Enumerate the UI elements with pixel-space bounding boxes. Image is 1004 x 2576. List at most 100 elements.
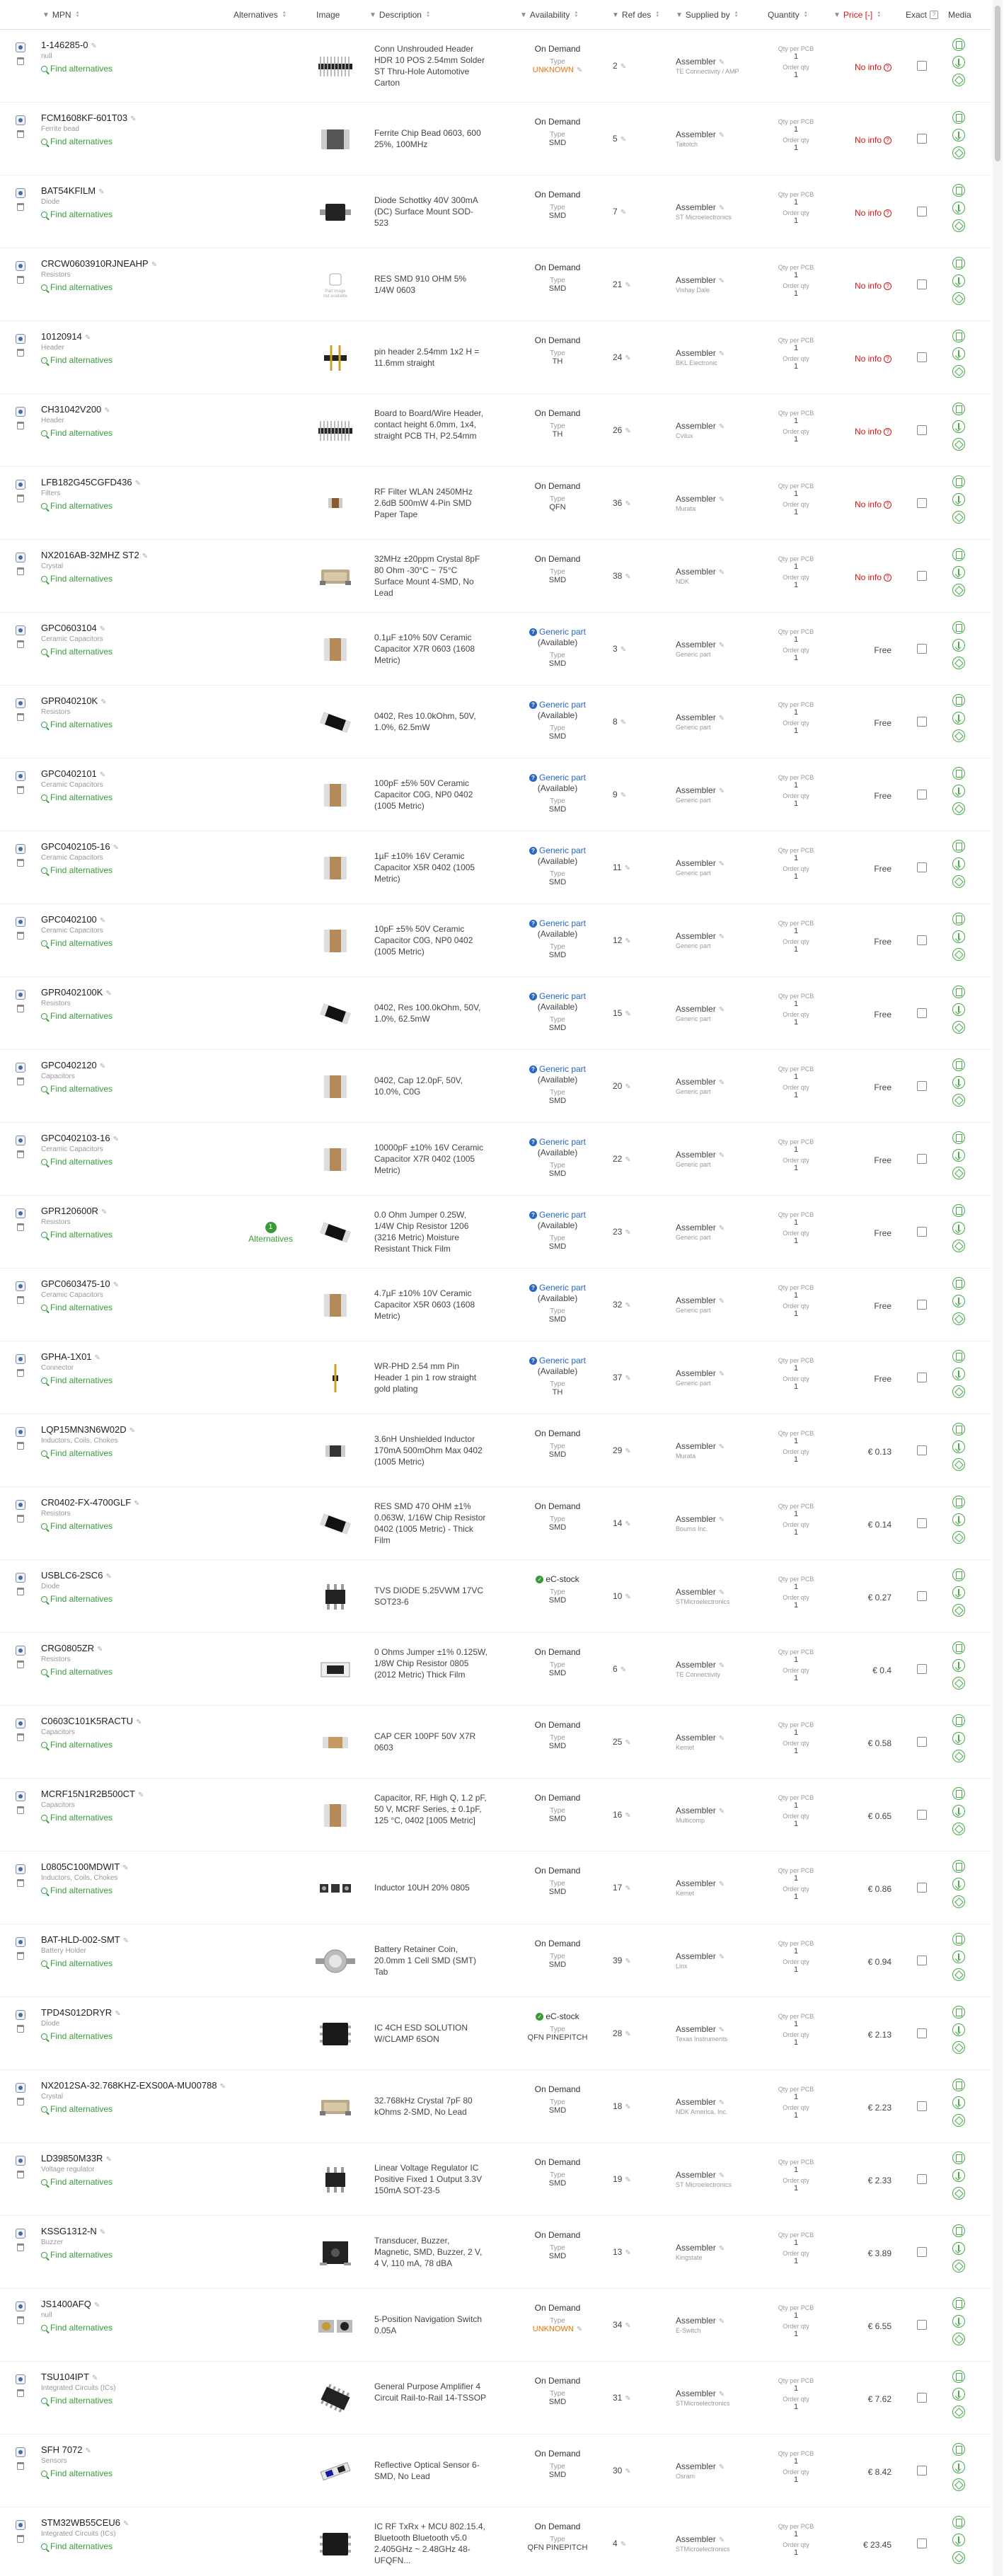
edit-icon[interactable]: ✎ [123, 1937, 129, 1945]
edit-icon[interactable]: ✎ [100, 2229, 105, 2236]
trash-icon[interactable] [17, 567, 24, 575]
edit-icon[interactable]: ✎ [85, 334, 91, 342]
edit-icon[interactable]: ✎ [100, 625, 105, 633]
edit-icon[interactable]: ✎ [95, 1354, 100, 1362]
edit-icon[interactable]: ✎ [101, 1208, 107, 1216]
find-alternatives-link[interactable]: Find alternatives [41, 64, 239, 74]
help-icon[interactable]: ? [884, 354, 892, 363]
find-alternatives-link[interactable]: Find alternatives [41, 2104, 239, 2114]
3d-model-icon[interactable] [952, 2333, 965, 2345]
download-icon[interactable] [952, 129, 965, 141]
edit-icon[interactable]: ✎ [719, 2391, 725, 2398]
sort-icon[interactable]: ▲ ▼ [734, 11, 739, 18]
find-alternatives-link[interactable]: Find alternatives [41, 1521, 239, 1531]
edit-icon[interactable]: ✎ [719, 642, 725, 649]
exact-checkbox[interactable] [917, 352, 927, 362]
edit-icon[interactable]: ✎ [625, 500, 630, 508]
3d-model-icon[interactable] [952, 1531, 965, 1544]
edit-icon[interactable]: ✎ [625, 1010, 630, 1018]
edit-icon[interactable]: ✎ [719, 2245, 725, 2253]
column-header-price[interactable]: ▼ Price [-] ▲ ▼ [833, 0, 881, 30]
datasheet-icon[interactable] [952, 257, 965, 270]
datasheet-icon[interactable] [952, 694, 965, 707]
find-alternatives-link[interactable]: Find alternatives [41, 1958, 239, 1968]
download-icon[interactable] [952, 2023, 965, 2036]
toggle-icon[interactable] [16, 188, 25, 198]
exact-checkbox[interactable] [917, 1518, 927, 1528]
edit-icon[interactable]: ✎ [142, 553, 148, 560]
trash-icon[interactable] [17, 495, 24, 502]
toggle-icon[interactable] [16, 2083, 25, 2093]
datasheet-icon[interactable] [952, 1496, 965, 1508]
help-icon[interactable]: ? [884, 63, 892, 71]
scrollbar-thumb[interactable] [995, 6, 1000, 161]
toggle-icon[interactable] [16, 2301, 25, 2311]
download-icon[interactable] [952, 347, 965, 360]
edit-icon[interactable]: ✎ [719, 423, 725, 431]
toggle-icon[interactable] [16, 625, 25, 635]
find-alternatives-link[interactable]: Find alternatives [41, 2541, 239, 2551]
find-alternatives-link[interactable]: Find alternatives [41, 428, 239, 438]
edit-icon[interactable]: ✎ [719, 2464, 725, 2471]
help-icon[interactable]: ? [884, 500, 892, 509]
edit-icon[interactable]: ✎ [625, 1229, 630, 1237]
find-alternatives-link[interactable]: Find alternatives [41, 2177, 239, 2187]
trash-icon[interactable] [17, 2389, 24, 2397]
filter-icon[interactable]: ▼ [42, 11, 50, 19]
exact-checkbox[interactable] [917, 425, 927, 435]
exact-checkbox[interactable] [917, 571, 927, 581]
edit-icon[interactable]: ✎ [122, 1864, 128, 1872]
column-header-quantity[interactable]: Quantity ▲ ▼ [768, 0, 808, 30]
trash-icon[interactable] [17, 1733, 24, 1741]
edit-icon[interactable]: ✎ [625, 1156, 630, 1164]
datasheet-icon[interactable] [952, 2224, 965, 2237]
edit-icon[interactable]: ✎ [719, 715, 725, 722]
datasheet-icon[interactable] [952, 1933, 965, 1946]
3d-model-icon[interactable] [952, 1604, 965, 1617]
toggle-icon[interactable] [16, 990, 25, 1000]
edit-icon[interactable]: ✎ [113, 1281, 119, 1289]
3d-model-icon[interactable] [952, 1823, 965, 1835]
download-icon[interactable] [952, 857, 965, 870]
3d-model-icon[interactable] [952, 2187, 965, 2200]
edit-icon[interactable]: ✎ [100, 698, 106, 706]
edit-icon[interactable]: ✎ [719, 2536, 725, 2544]
download-icon[interactable] [952, 1295, 965, 1307]
3d-model-icon[interactable] [952, 511, 965, 524]
download-icon[interactable] [952, 1586, 965, 1599]
edit-icon[interactable]: ✎ [719, 1152, 725, 1160]
edit-icon[interactable]: ✎ [625, 1302, 630, 1310]
trash-icon[interactable] [17, 2025, 24, 2033]
download-icon[interactable] [952, 2169, 965, 2182]
datasheet-icon[interactable] [952, 1569, 965, 1581]
filter-icon[interactable]: ▼ [676, 11, 683, 19]
datasheet-icon[interactable] [952, 2297, 965, 2310]
edit-icon[interactable]: ✎ [719, 132, 725, 139]
datasheet-icon[interactable] [952, 913, 965, 925]
find-alternatives-link[interactable]: Find alternatives [41, 938, 239, 948]
download-icon[interactable] [952, 1149, 965, 1162]
3d-model-icon[interactable] [952, 657, 965, 669]
download-icon[interactable] [952, 930, 965, 943]
edit-icon[interactable]: ✎ [625, 2176, 630, 2184]
scrollbar[interactable] [993, 0, 1003, 2576]
generic-part-link[interactable]: Generic part [539, 1210, 586, 1220]
edit-icon[interactable]: ✎ [719, 860, 725, 868]
datasheet-icon[interactable] [952, 184, 965, 197]
edit-icon[interactable]: ✎ [577, 2326, 582, 2333]
edit-icon[interactable]: ✎ [129, 1427, 135, 1435]
datasheet-icon[interactable] [952, 2152, 965, 2164]
edit-icon[interactable]: ✎ [719, 1589, 725, 1597]
alternatives-link[interactable]: Alternatives [244, 1234, 297, 1244]
find-alternatives-link[interactable]: Find alternatives [41, 137, 239, 146]
download-icon[interactable] [952, 1513, 965, 1526]
exact-checkbox[interactable] [917, 1300, 927, 1310]
edit-icon[interactable]: ✎ [625, 1812, 630, 1820]
edit-icon[interactable]: ✎ [625, 2103, 630, 2111]
toggle-icon[interactable] [16, 1354, 25, 1364]
trash-icon[interactable] [17, 2462, 24, 2470]
column-header-availability[interactable]: ▼ Availability ▲ ▼ [520, 0, 578, 30]
datasheet-icon[interactable] [952, 2006, 965, 2018]
find-alternatives-link[interactable]: Find alternatives [41, 1303, 239, 1312]
column-header-refdes[interactable]: ▼ Ref des ▲ ▼ [612, 0, 659, 30]
